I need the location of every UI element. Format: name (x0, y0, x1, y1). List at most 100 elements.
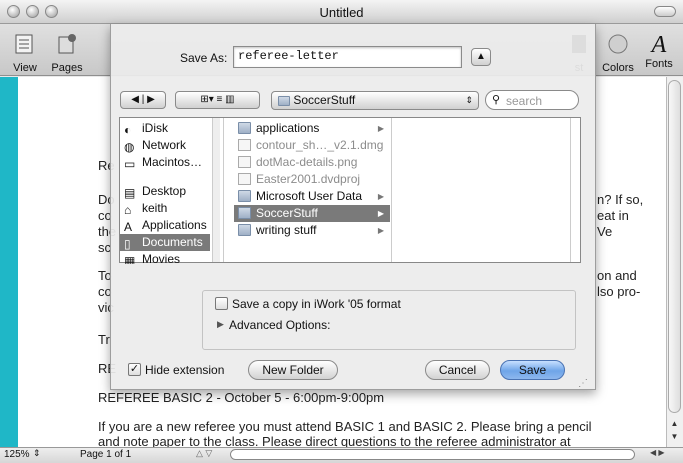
file-item-easter[interactable]: Easter2001.dvdproj (234, 171, 390, 188)
column-view-icon[interactable]: ▥ (225, 94, 234, 105)
file-item-writing[interactable]: writing stuff ▶ (234, 222, 390, 239)
sidebar-divider (120, 171, 210, 183)
file-label: writing stuff (256, 223, 317, 237)
search-icon: ⚲ (492, 94, 501, 106)
accent-band (0, 77, 18, 447)
fonts-icon: A (651, 32, 667, 58)
zoom-stepper-icon[interactable]: ⇕ (33, 448, 41, 459)
sidebar-item-label: iDisk (142, 121, 168, 135)
desktop-icon: ▤ (124, 186, 136, 200)
folder-icon (238, 207, 251, 219)
column-resize-handle[interactable] (223, 118, 231, 262)
column-divider (570, 118, 571, 262)
files-column: applications ▶ contour_sh…_v2.1.dmg dotMa… (234, 120, 390, 239)
back-icon[interactable]: ◀ (131, 94, 139, 105)
documents-icon: ▯ (124, 237, 131, 251)
toolbar-toggle-button[interactable] (654, 6, 676, 17)
sidebar-item-desktop[interactable]: ▤ Desktop (120, 183, 210, 200)
pages-icon (58, 34, 76, 54)
sidebar-item-documents[interactable]: ▯ Documents (120, 234, 210, 251)
file-label: SoccerStuff (256, 206, 318, 220)
file-icon (238, 173, 251, 185)
scroll-up-icon[interactable]: ▲ (668, 419, 681, 432)
copy-iwork-checkbox[interactable] (215, 297, 228, 310)
disclosure-arrow-icon: ▶ (377, 226, 384, 235)
view-label: View (13, 62, 37, 74)
idisk-icon: ◐ (124, 123, 132, 137)
cancel-button[interactable]: Cancel (425, 360, 490, 380)
colors-icon (608, 34, 628, 54)
zoom-value[interactable]: 125% (4, 449, 30, 460)
disclosure-arrow-icon: ▶ (377, 209, 384, 218)
empty-column (393, 118, 569, 262)
colors-button[interactable]: Colors (597, 32, 639, 74)
horizontal-scrollbar[interactable] (230, 449, 635, 460)
file-label: dotMac-details.png (256, 155, 358, 169)
copy-iwork-label: Save a copy in iWork '05 format (232, 297, 401, 311)
file-item-dotmac[interactable]: dotMac-details.png (234, 154, 390, 171)
sidebar-item-movies[interactable]: ▦ Movies (120, 251, 210, 264)
hscroll-arrows-icon[interactable]: ◀ ▶ (650, 448, 665, 457)
disclosure-arrow-icon: ▶ (377, 124, 384, 133)
back-forward-buttons[interactable]: ◀ | ▶ (120, 91, 166, 109)
vertical-scroll-thumb[interactable] (668, 80, 681, 413)
resize-grip-icon[interactable]: ⋰ (578, 378, 588, 389)
folder-icon (278, 95, 290, 106)
save-as-label: Save As: (180, 51, 228, 65)
hide-extension-checkbox[interactable]: ✓ (128, 363, 141, 376)
sidebar-item-idisk[interactable]: ◐ iDisk (120, 120, 210, 137)
list-view-icon[interactable]: ≡ (217, 94, 223, 105)
file-item-contour[interactable]: contour_sh…_v2.1.dmg (234, 137, 390, 154)
file-label: Easter2001.dvdproj (256, 172, 361, 186)
updown-arrows-icon: ⇕ (465, 95, 473, 105)
file-label: Microsoft User Data (256, 189, 363, 203)
doc-fragment: lso pro- (597, 284, 641, 299)
file-item-microsoft[interactable]: Microsoft User Data ▶ (234, 188, 390, 205)
icon-view-icon[interactable]: ⊞▾ (200, 94, 213, 105)
sidebar-item-macintosh[interactable]: ▭ Macintos… (120, 154, 210, 171)
sidebar-item-applications[interactable]: A Applications (120, 217, 210, 234)
filename-field[interactable]: referee-letter (233, 46, 462, 68)
sidebar-item-label: Network (142, 138, 187, 152)
colors-label: Colors (602, 62, 634, 74)
network-icon: ◍ (124, 140, 135, 154)
doc-paragraph: If you are a new referee you must attend… (98, 419, 592, 434)
view-icon (15, 34, 33, 54)
chevron-up-icon: ▲ (476, 51, 486, 62)
new-folder-button[interactable]: New Folder (248, 360, 338, 380)
sidebar-item-keith[interactable]: ⌂ keith (120, 200, 210, 217)
save-button[interactable]: Save (500, 360, 565, 380)
fonts-button[interactable]: A Fonts (638, 32, 680, 70)
sidebar-item-label: keith (142, 201, 168, 215)
sidebar-item-network[interactable]: ◍ Network (120, 137, 210, 154)
search-field[interactable]: ⚲ search (485, 90, 579, 110)
location-popup[interactable]: SoccerStuff ⇕ (271, 91, 479, 110)
file-item-applications[interactable]: applications ▶ (234, 120, 390, 137)
hide-extension-label: Hide extension (145, 363, 225, 377)
search-placeholder: search (506, 94, 543, 108)
file-item-soccerstuff[interactable]: SoccerStuff ▶ (234, 205, 390, 222)
harddisk-icon: ▭ (124, 157, 136, 171)
advanced-options-label[interactable]: Advanced Options: (229, 318, 330, 332)
forward-icon[interactable]: ▶ (147, 94, 155, 105)
doc-fragment: n? If so, (597, 192, 644, 207)
pages-label: Pages (51, 62, 83, 74)
pages-button[interactable]: Pages (46, 32, 88, 74)
window-title: Untitled (319, 5, 364, 20)
folder-icon (238, 224, 251, 236)
home-icon: ⌂ (124, 203, 132, 217)
expand-dialog-button[interactable]: ▲ (471, 48, 491, 66)
view-mode-buttons[interactable]: ⊞▾ ≡ ▥ (175, 91, 260, 109)
page-indicator: Page 1 of 1 (80, 449, 132, 460)
file-label: contour_sh…_v2.1.dmg (256, 138, 384, 152)
view-button[interactable]: View (4, 32, 46, 74)
scroll-down-icon[interactable]: ▼ (668, 432, 681, 445)
folder-icon (238, 122, 251, 134)
disclosure-triangle-icon[interactable]: ▶ (217, 319, 224, 330)
sidebar-item-label: Documents (142, 235, 203, 249)
sidebar-scrollbar[interactable] (212, 118, 220, 262)
page-nav-icon[interactable]: △ ▽ (196, 448, 212, 459)
sidebar-item-label: Applications (142, 218, 207, 232)
doc-fragment: eat in (597, 208, 629, 223)
doc-paragraph: and note paper to the class. Please dire… (98, 434, 571, 447)
